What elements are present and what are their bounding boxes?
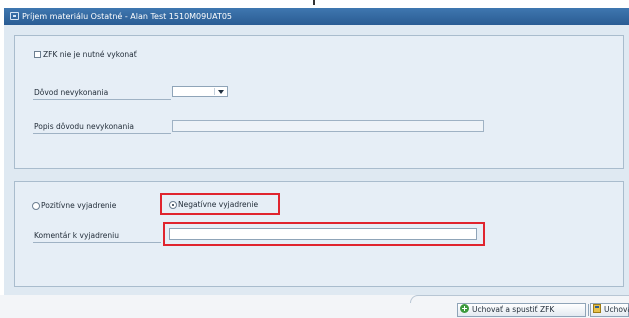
- window-title: Príjem materiálu Ostatné - Alan Test 151…: [22, 12, 233, 21]
- reason-label: Dôvod nevykonania: [34, 88, 109, 97]
- save-and-run-zfk-label: Uchovať a spustiť ZFK: [472, 305, 555, 314]
- footer-divider: [470, 295, 629, 296]
- reason-group: ZFK nie je nutné vykonať Dôvod nevykonan…: [14, 35, 624, 169]
- dropdown-separator: [214, 88, 215, 95]
- save-label: Uchovať: [604, 305, 629, 314]
- footer-toolbar: Uchovať a spustiť ZFK Uchovať: [0, 295, 629, 318]
- description-label: Popis dôvodu nevykonania: [34, 122, 134, 131]
- reason-dropdown[interactable]: [172, 86, 228, 97]
- positive-radio-label: Pozitívne vyjadrenie: [41, 201, 117, 210]
- description-input[interactable]: [172, 120, 484, 132]
- zfk-not-required-checkbox[interactable]: [34, 51, 41, 58]
- chevron-down-icon[interactable]: [218, 90, 224, 94]
- negative-radio-label: Negatívne vyjadrenie: [178, 200, 259, 209]
- save-icon: [593, 304, 601, 313]
- comment-label: Komentár k vyjadreniu: [34, 231, 119, 240]
- comment-label-underline: [33, 242, 161, 243]
- top-marker: [313, 0, 315, 5]
- description-label-underline: [33, 133, 171, 134]
- comment-input[interactable]: [169, 228, 477, 240]
- footer-tab-curve: [410, 295, 471, 303]
- save-and-run-zfk-button[interactable]: Uchovať a spustiť ZFK: [457, 303, 586, 317]
- window-title-bar: Príjem materiálu Ostatné - Alan Test 151…: [4, 8, 629, 25]
- main-content: ZFK nie je nutné vykonať Dôvod nevykonan…: [4, 25, 629, 295]
- statement-group: Pozitívne vyjadrenie Negatívne vyjadreni…: [14, 181, 624, 287]
- positive-radio[interactable]: [32, 202, 40, 210]
- execute-icon: [460, 304, 469, 313]
- window-menu-icon[interactable]: [10, 12, 19, 20]
- reason-label-underline: [33, 99, 171, 100]
- save-button[interactable]: Uchovať: [590, 303, 629, 317]
- button-separator: [588, 304, 589, 316]
- negative-radio[interactable]: [169, 201, 177, 209]
- zfk-not-required-label: ZFK nie je nutné vykonať: [43, 50, 137, 59]
